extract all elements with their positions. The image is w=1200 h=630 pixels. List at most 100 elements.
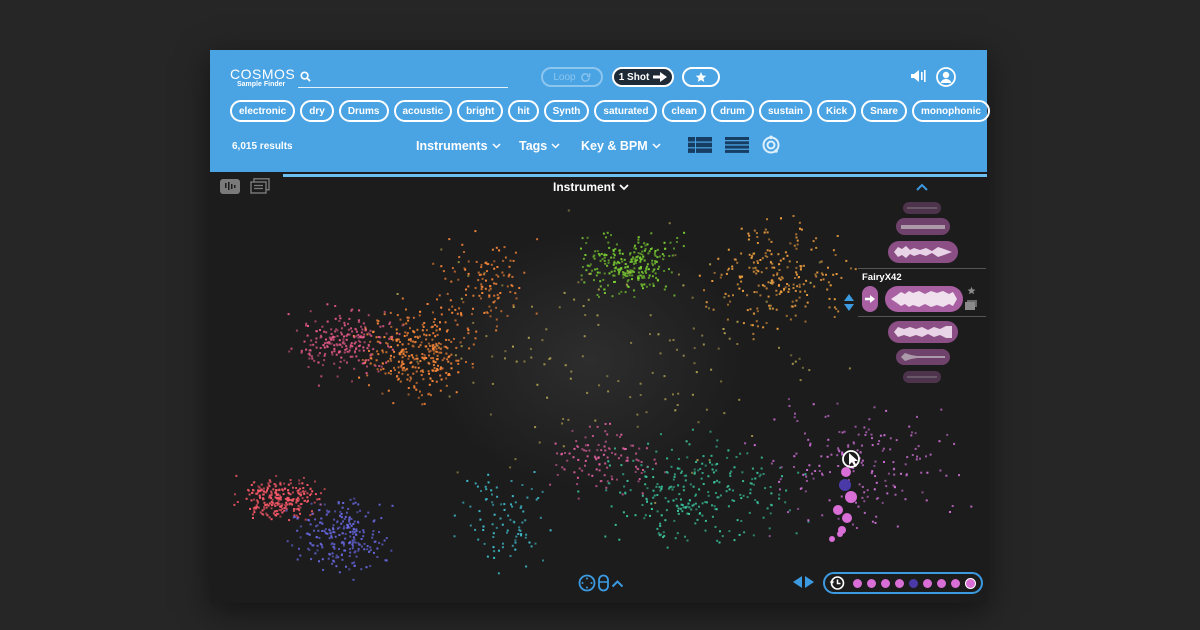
chevron-up-icon[interactable] xyxy=(916,183,928,191)
sample-point[interactable] xyxy=(769,249,771,252)
sample-point[interactable] xyxy=(385,537,388,539)
sample-point[interactable] xyxy=(275,491,277,494)
sample-point[interactable] xyxy=(336,335,339,338)
sample-point[interactable] xyxy=(633,267,636,270)
sample-point[interactable] xyxy=(482,529,485,531)
sample-point[interactable] xyxy=(307,366,310,368)
sample-point[interactable] xyxy=(324,528,327,531)
sample-point[interactable] xyxy=(604,440,607,443)
sample-point[interactable] xyxy=(491,523,494,526)
sample-point[interactable] xyxy=(642,255,645,258)
sample-point[interactable] xyxy=(513,521,516,524)
sample-point[interactable] xyxy=(323,503,326,506)
sample-point[interactable] xyxy=(407,319,410,322)
sample-point[interactable] xyxy=(398,333,401,336)
sample-point[interactable] xyxy=(367,345,370,347)
sample-point[interactable] xyxy=(402,353,405,356)
sample-point[interactable] xyxy=(636,259,639,261)
sample-point[interactable] xyxy=(856,449,859,452)
sample-point[interactable] xyxy=(385,351,388,354)
sample-point[interactable] xyxy=(382,367,385,370)
sample-point[interactable] xyxy=(586,264,589,267)
sample-point[interactable] xyxy=(343,335,345,338)
sample-point[interactable] xyxy=(338,339,341,342)
sample-point[interactable] xyxy=(777,284,780,287)
sample-point[interactable] xyxy=(379,336,382,339)
sample-point[interactable] xyxy=(308,548,311,551)
sample-point[interactable] xyxy=(471,313,473,316)
sample-point[interactable] xyxy=(584,464,586,467)
sample-point[interactable] xyxy=(392,339,395,342)
sample-point[interactable] xyxy=(621,252,624,255)
sample-point[interactable] xyxy=(425,338,428,341)
sample-point[interactable] xyxy=(750,256,753,259)
sample-point[interactable] xyxy=(385,361,388,364)
triangle-right-icon[interactable] xyxy=(805,576,814,588)
sample-point[interactable] xyxy=(668,339,671,342)
sample-point[interactable] xyxy=(270,500,273,503)
sample-point[interactable] xyxy=(789,242,792,245)
sample-point[interactable] xyxy=(524,519,527,522)
sample-point[interactable] xyxy=(795,299,798,302)
sample-point[interactable] xyxy=(786,283,789,285)
sample-point[interactable] xyxy=(485,335,488,338)
sample-point[interactable] xyxy=(491,493,493,496)
sample-point[interactable] xyxy=(646,500,648,503)
sample-point[interactable] xyxy=(430,357,433,360)
sample-point[interactable] xyxy=(707,494,710,497)
sample-point[interactable] xyxy=(328,537,331,540)
sample-point[interactable] xyxy=(467,285,470,288)
sample-point[interactable] xyxy=(288,350,291,353)
sample-point[interactable] xyxy=(406,378,409,381)
sample-point[interactable] xyxy=(618,252,621,255)
sample-point[interactable] xyxy=(421,353,424,355)
sample-point[interactable] xyxy=(708,459,711,461)
sample-point[interactable] xyxy=(348,516,351,519)
sample-point[interactable] xyxy=(541,490,544,493)
sample-point[interactable] xyxy=(733,499,736,502)
sample-point[interactable] xyxy=(480,297,482,300)
sample-point[interactable] xyxy=(431,338,434,341)
sample-point[interactable] xyxy=(640,472,643,474)
sample-point[interactable] xyxy=(511,275,514,278)
sample-point[interactable] xyxy=(662,258,665,261)
sample-point[interactable] xyxy=(533,471,536,473)
sample-point[interactable] xyxy=(586,391,589,394)
instruments-filter[interactable]: Instruments xyxy=(416,139,501,153)
sample-point[interactable] xyxy=(652,264,654,267)
sample-point[interactable] xyxy=(805,279,808,282)
sample-point[interactable] xyxy=(301,497,304,500)
sample-point[interactable] xyxy=(358,349,361,352)
sample-point[interactable] xyxy=(588,449,591,452)
sample-point[interactable] xyxy=(580,247,582,250)
sample-point[interactable] xyxy=(656,248,659,251)
sample-point[interactable] xyxy=(252,489,254,491)
sample-point[interactable] xyxy=(438,328,441,331)
sample-point[interactable] xyxy=(342,520,344,523)
sample-point[interactable] xyxy=(836,402,839,405)
sample-point[interactable] xyxy=(795,273,798,276)
sample-point[interactable] xyxy=(728,337,731,340)
sample-point[interactable] xyxy=(760,271,763,274)
sample-point[interactable] xyxy=(582,305,585,307)
sample-point[interactable] xyxy=(401,369,404,372)
sample-point[interactable] xyxy=(639,260,642,263)
sample-point[interactable] xyxy=(746,294,749,297)
sample-point[interactable] xyxy=(729,300,732,303)
sample-point[interactable] xyxy=(461,243,464,246)
sample-point[interactable] xyxy=(326,341,329,344)
sample-point[interactable] xyxy=(676,237,679,239)
sample-point[interactable] xyxy=(338,534,341,536)
sample-point[interactable] xyxy=(378,365,381,367)
sample-point[interactable] xyxy=(866,489,869,492)
tag-chip[interactable]: saturated xyxy=(594,100,658,122)
sample-point[interactable] xyxy=(789,318,792,321)
sample-point[interactable] xyxy=(727,505,730,508)
sample-point[interactable] xyxy=(627,285,630,288)
sample-point[interactable] xyxy=(848,367,851,370)
sample-point[interactable] xyxy=(716,496,719,499)
sample-point[interactable] xyxy=(489,285,492,288)
sample-point[interactable] xyxy=(908,425,911,428)
sample-point[interactable] xyxy=(794,412,796,415)
sample-point[interactable] xyxy=(562,445,565,448)
